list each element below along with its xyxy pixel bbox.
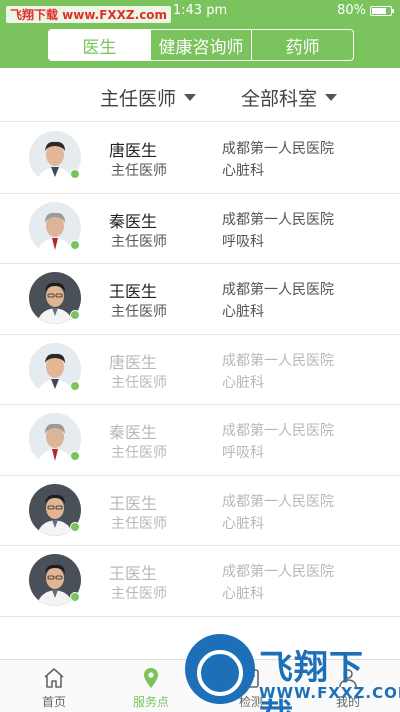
doctor-title: 主任医师: [111, 445, 167, 461]
doctor-row[interactable]: 王医生 主任医师 成都第一人民医院 心脏科: [0, 546, 400, 617]
doctor-name: 唐医生: [109, 141, 158, 160]
online-status-dot: [70, 239, 80, 250]
segment-doctor[interactable]: 医生: [49, 30, 151, 60]
doctor-row[interactable]: 王医生 主任医师 成都第一人民医院 心脏科: [0, 476, 400, 546]
online-status-dot: [70, 521, 80, 532]
doctor-department: 心脏科: [222, 515, 264, 532]
doctor-row[interactable]: 王医生 主任医师 成都第一人民医院 心脏科: [0, 264, 400, 335]
battery-icon: [370, 5, 394, 16]
doctor-hospital: 成都第一人民医院: [222, 564, 334, 580]
segment-pharmacist[interactable]: 药师: [252, 30, 353, 60]
watermark-logo: 飞翔下载 WWW.FXXZ.COM: [185, 630, 400, 712]
home-icon: [44, 668, 64, 688]
caret-down-icon: [325, 94, 338, 101]
battery-percent: 80%: [337, 3, 366, 18]
doctor-title: 主任医师: [111, 515, 167, 532]
segment-health-consultant[interactable]: 健康咨询师: [151, 30, 253, 60]
doctor-department: 呼吸科: [222, 233, 264, 250]
online-status-dot: [70, 380, 80, 391]
doctor-department: 心脏科: [222, 586, 264, 602]
online-status-dot: [70, 169, 80, 179]
caret-down-icon: [184, 94, 197, 101]
logo-emblem-icon: [185, 634, 255, 704]
tab-home[interactable]: 首页: [4, 660, 104, 712]
doctor-hospital: 成都第一人民医院: [222, 352, 334, 369]
doctor-department: 呼吸科: [222, 445, 264, 461]
doctor-row[interactable]: 秦医生 主任医师 成都第一人民医院 呼吸科: [0, 194, 400, 264]
logo-url: WWW.FXXZ.COM: [259, 684, 400, 702]
doctor-title: 主任医师: [111, 374, 167, 391]
filter-bar: 主任医师 全部科室: [0, 68, 400, 122]
online-status-dot: [70, 451, 80, 461]
doctor-name: 王医生: [109, 493, 158, 513]
battery-indicator: 80%: [337, 3, 394, 18]
doctor-name: 唐医生: [109, 352, 158, 372]
doctor-title: 主任医师: [111, 233, 167, 250]
doctor-row[interactable]: 唐医生 主任医师 成都第一人民医院 心脏科: [0, 123, 400, 194]
doctor-hospital: 成都第一人民医院: [222, 493, 334, 510]
doctor-name: 秦医生: [109, 423, 158, 442]
doctor-department: 心脏科: [222, 163, 264, 179]
doctor-title: 主任医师: [111, 163, 167, 179]
doctor-department: 心脏科: [222, 304, 264, 320]
doctor-row[interactable]: 秦医生 主任医师 成都第一人民医院 呼吸科: [0, 405, 400, 476]
location-pin-icon: [144, 668, 158, 688]
status-bar: 飞翔下载 www.FXXZ.com 1:43 pm 80%: [0, 0, 400, 23]
doctor-hospital: 成都第一人民医院: [222, 211, 334, 228]
doctor-name: 秦医生: [109, 211, 158, 231]
doctor-name: 王医生: [109, 564, 158, 583]
doctor-title: 主任医师: [111, 586, 167, 602]
doctor-department: 心脏科: [222, 374, 264, 391]
doctor-hospital: 成都第一人民医院: [222, 423, 334, 439]
title-filter-label: 主任医师: [100, 88, 177, 110]
doctor-list: 唐医生 主任医师 成都第一人民医院 心脏科 秦医生 主任医师 成都第一人民医院 …: [0, 123, 400, 617]
online-status-dot: [70, 592, 80, 602]
department-filter-dropdown[interactable]: 全部科室: [241, 84, 338, 111]
doctor-hospital: 成都第一人民医院: [222, 141, 334, 157]
department-filter-label: 全部科室: [241, 88, 318, 110]
doctor-title: 主任医师: [111, 304, 167, 320]
doctor-name: 王医生: [109, 282, 158, 301]
doctor-hospital: 成都第一人民医院: [222, 282, 334, 298]
online-status-dot: [70, 310, 80, 320]
doctor-row[interactable]: 唐医生 主任医师 成都第一人民医院 心脏科: [0, 335, 400, 405]
category-segmented-control: 医生 健康咨询师 药师: [48, 29, 354, 61]
tab-home-label: 首页: [41, 695, 66, 709]
header-bar: 飞翔下载 www.FXXZ.com 1:43 pm 80% 医生 健康咨询师 药…: [0, 0, 400, 68]
title-filter-dropdown[interactable]: 主任医师: [100, 84, 197, 111]
